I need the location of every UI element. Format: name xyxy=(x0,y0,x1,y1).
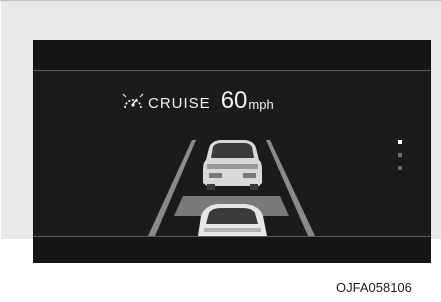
page-indicator-dot-active xyxy=(398,140,402,144)
page-indicator-dot xyxy=(398,166,402,170)
cruise-label: CRUISE xyxy=(148,95,211,112)
left-lane-line xyxy=(148,140,196,236)
set-speed-value: 60 xyxy=(220,87,248,114)
figure-code: OJFA058106 xyxy=(336,280,412,295)
cruise-status: CRUISE 60 mph xyxy=(121,89,274,113)
speed-unit: mph xyxy=(248,97,274,112)
right-lane-line xyxy=(266,140,315,236)
lead-vehicle-icon xyxy=(203,140,262,190)
page-indicator xyxy=(398,140,404,179)
cruise-control-icon xyxy=(122,93,144,109)
page-indicator-dot xyxy=(398,153,402,157)
road-scene xyxy=(148,140,315,236)
cluster-display: CRUISE 60 mph xyxy=(33,40,431,263)
own-vehicle-icon xyxy=(198,204,267,236)
